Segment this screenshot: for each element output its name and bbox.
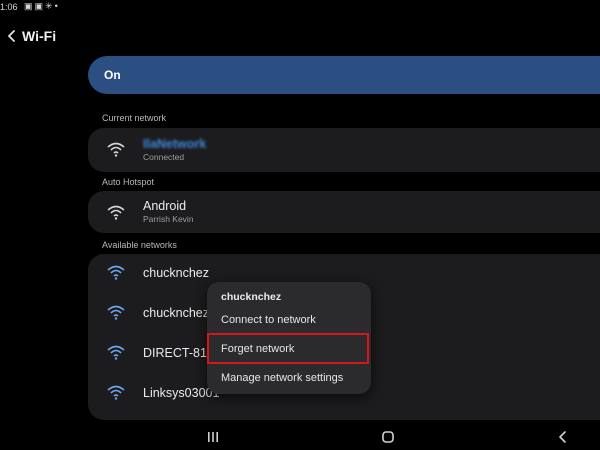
forget-network-menu-item[interactable]: Forget network bbox=[221, 343, 294, 355]
network-name: chucknchez bbox=[143, 306, 210, 320]
status-bar: 1:06 ▣▣✳• bbox=[0, 0, 600, 16]
section-title-available-networks: Available networks bbox=[102, 240, 177, 250]
navigation-bar bbox=[0, 424, 600, 450]
section-title-auto-hotspot: Auto Hotspot bbox=[102, 177, 155, 187]
wifi-master-toggle-label: On bbox=[104, 68, 121, 82]
connect-to-network-menu-item[interactable]: Connect to network bbox=[221, 314, 316, 326]
current-network-card: IlaNetwork Connected bbox=[88, 128, 600, 172]
current-network-status: Connected bbox=[143, 152, 185, 162]
current-network-row[interactable]: IlaNetwork Connected bbox=[88, 128, 600, 172]
recents-icon[interactable] bbox=[203, 429, 223, 445]
auto-hotspot-name: Android bbox=[143, 199, 187, 213]
context-menu-title: chucknchez bbox=[221, 291, 282, 303]
wifi-signal-icon bbox=[107, 205, 125, 220]
wifi-master-toggle[interactable]: On bbox=[88, 56, 600, 94]
app-bar: Wi-Fi bbox=[0, 24, 600, 48]
manage-network-settings-menu-item[interactable]: Manage network settings bbox=[221, 372, 343, 384]
wifi-signal-icon bbox=[107, 345, 125, 360]
wifi-signal-icon bbox=[107, 142, 125, 157]
gallery-icon: ▣ bbox=[24, 1, 35, 11]
dot-icon: • bbox=[54, 1, 60, 11]
back-icon[interactable] bbox=[553, 429, 573, 445]
status-time: 1:06 bbox=[0, 2, 18, 12]
settings-icon: ✳ bbox=[45, 1, 55, 11]
auto-hotspot-subtitle: Parrish Kevin bbox=[143, 214, 194, 224]
wifi-signal-icon bbox=[107, 305, 125, 320]
status-icons: ▣▣✳• bbox=[24, 1, 60, 12]
auto-hotspot-card: Android Parrish Kevin bbox=[88, 191, 600, 233]
home-icon[interactable] bbox=[378, 429, 398, 445]
section-title-current-network: Current network bbox=[102, 113, 167, 123]
network-context-menu: chucknchez Connect to network Forget net… bbox=[207, 282, 371, 394]
wifi-signal-icon bbox=[107, 385, 125, 400]
gallery-icon: ▣ bbox=[34, 1, 46, 11]
network-name: chucknchez bbox=[143, 266, 210, 280]
auto-hotspot-row[interactable]: Android Parrish Kevin bbox=[88, 191, 600, 233]
current-network-name: IlaNetwork bbox=[143, 137, 207, 151]
page-title: Wi-Fi bbox=[22, 28, 57, 44]
wifi-signal-icon bbox=[107, 265, 125, 280]
back-arrow-icon[interactable] bbox=[4, 27, 20, 45]
